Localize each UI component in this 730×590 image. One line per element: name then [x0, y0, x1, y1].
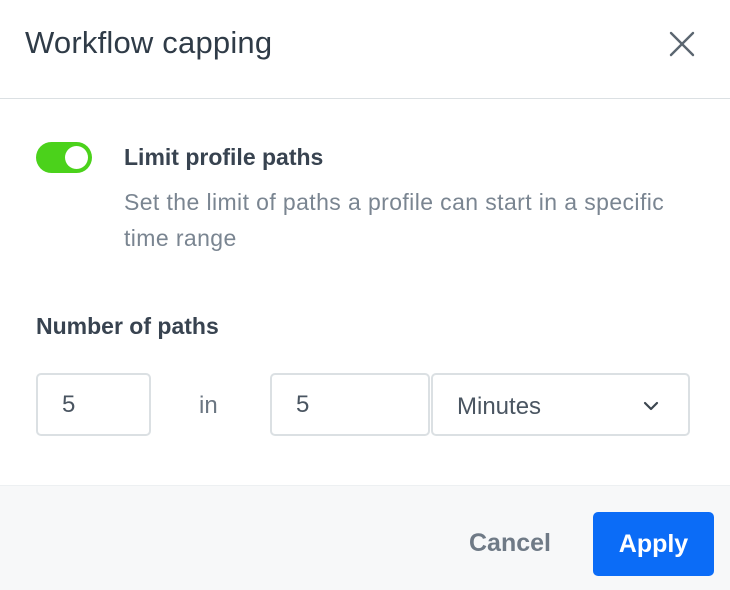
dialog-title: Workflow capping: [25, 25, 273, 60]
cancel-button[interactable]: Cancel: [452, 511, 568, 575]
toggle-knob: [65, 146, 88, 169]
limit-profile-paths-toggle[interactable]: [36, 142, 92, 173]
workflow-capping-dialog: Workflow capping Limit profile paths Set…: [0, 0, 730, 590]
close-button[interactable]: [662, 24, 702, 64]
dialog-footer: Cancel Apply: [0, 485, 730, 590]
time-unit-select[interactable]: Minutes: [431, 373, 690, 436]
time-unit-value: Minutes: [457, 393, 542, 420]
number-of-paths-label: Number of paths: [36, 313, 219, 339]
toggle-description: Set the limit of paths a profile can sta…: [124, 189, 665, 251]
apply-button[interactable]: Apply: [593, 512, 714, 576]
close-icon: [669, 31, 695, 57]
time-range-input[interactable]: [270, 373, 430, 436]
in-label: in: [199, 392, 218, 419]
toggle-title: Limit profile paths: [124, 144, 324, 170]
dialog-header: Workflow capping: [0, 0, 730, 99]
path-count-input[interactable]: [36, 373, 151, 436]
chevron-down-icon: [643, 401, 659, 411]
